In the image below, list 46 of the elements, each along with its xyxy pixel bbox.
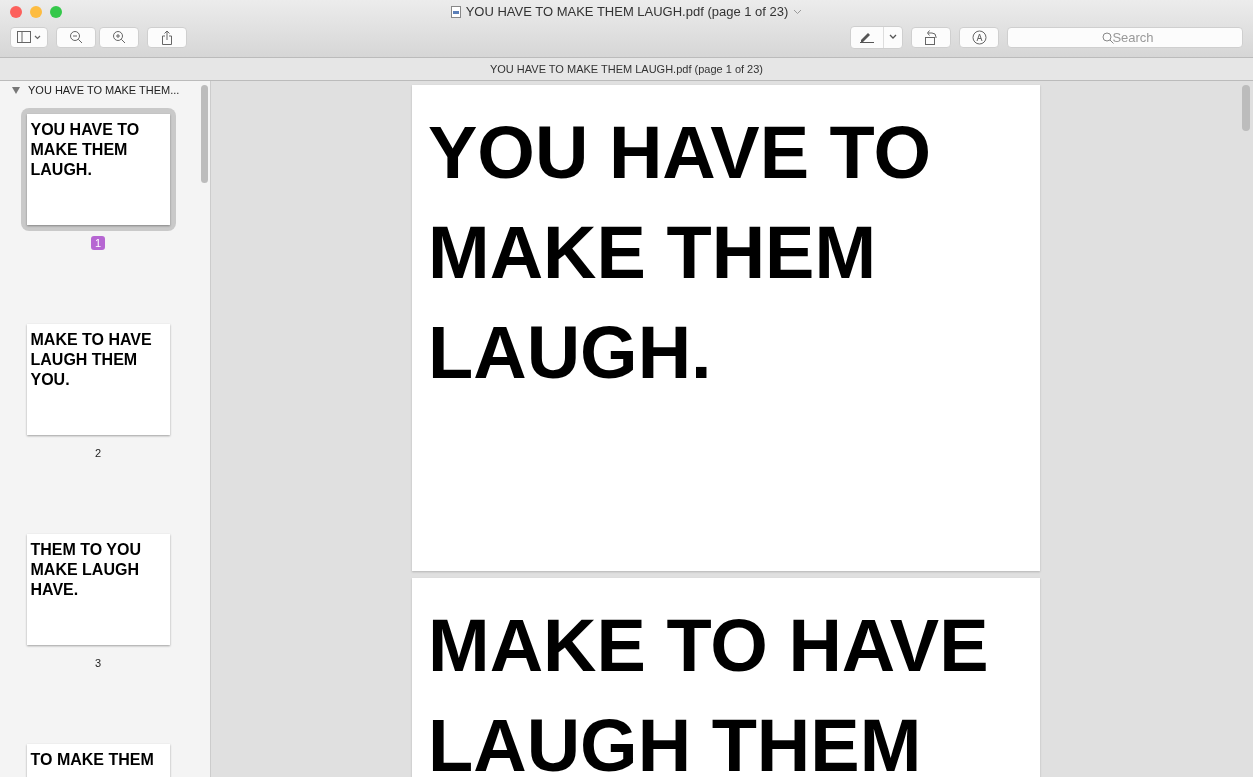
close-button[interactable] [10,6,22,18]
rotate-button[interactable] [911,26,951,48]
markup-button[interactable] [959,26,999,48]
sidebar-toggle-button[interactable] [10,26,48,48]
rotate-icon [924,29,938,45]
document-title: YOU HAVE TO MAKE THEM LAUGH.pdf (page 1 of 23) [489,63,764,75]
zoom-out-button[interactable] [56,26,96,48]
zoom-in-button[interactable] [99,26,139,48]
search-field[interactable]: Search [1007,26,1243,48]
thumbnail-text: YOU. [30,370,71,390]
scrollbar-thumb[interactable] [1242,85,1250,131]
thumbnail-text: MAKE TO HAVE [30,330,153,350]
outline-item[interactable]: YOU HAVE TO MAKE THEM... [0,81,192,96]
page-thumbnail[interactable]: YOU HAVE TO MAKE THEM LAUGH. [20,108,176,231]
page-text: YOU HAVE TO [428,110,932,196]
thumbnail-text: THEM TO YOU [30,540,143,560]
thumbnail-text: YOU HAVE TO [30,120,141,140]
thumbnail-text: MAKE LAUGH [30,560,140,580]
search-icon [1102,31,1114,44]
thumbnail-text: LAUGH THEM [30,350,139,370]
page-text: LAUGH THEM [428,703,923,777]
document-icon [450,5,461,18]
window-title: YOU HAVE TO MAKE THEM LAUGH.pdf (page 1 of 23) [465,4,789,19]
outline-title: YOU HAVE TO MAKE THEM... [28,84,180,96]
page-text: MAKE TO HAVE [428,603,990,689]
zoom-in-icon [112,30,126,44]
thumbnail-text: MAKE THEM [30,140,129,160]
page-text: MAKE THEM [428,210,878,296]
chevron-down-icon [889,34,897,40]
zoom-out-icon [69,30,83,44]
triangle-down-icon[interactable] [12,86,20,94]
page-text: LAUGH. [428,310,713,396]
page-number: 1 [90,236,106,250]
thumbnail-text: HAVE. [30,580,80,600]
scrollbar-thumb[interactable] [201,85,208,183]
page-number: 2 [93,446,103,460]
thumbnail-text: TO MAKE THEM [30,750,155,770]
share-icon [161,29,173,45]
thumbnail-text: LAUGH. [30,160,93,180]
chevron-down-icon[interactable] [793,8,803,15]
share-button[interactable] [147,26,187,48]
pen-tip-circle-icon [971,29,987,45]
markup-button-group[interactable] [850,25,903,49]
page-number: 3 [93,656,103,670]
pen-icon [859,31,875,43]
sidebar-icon [17,31,41,43]
